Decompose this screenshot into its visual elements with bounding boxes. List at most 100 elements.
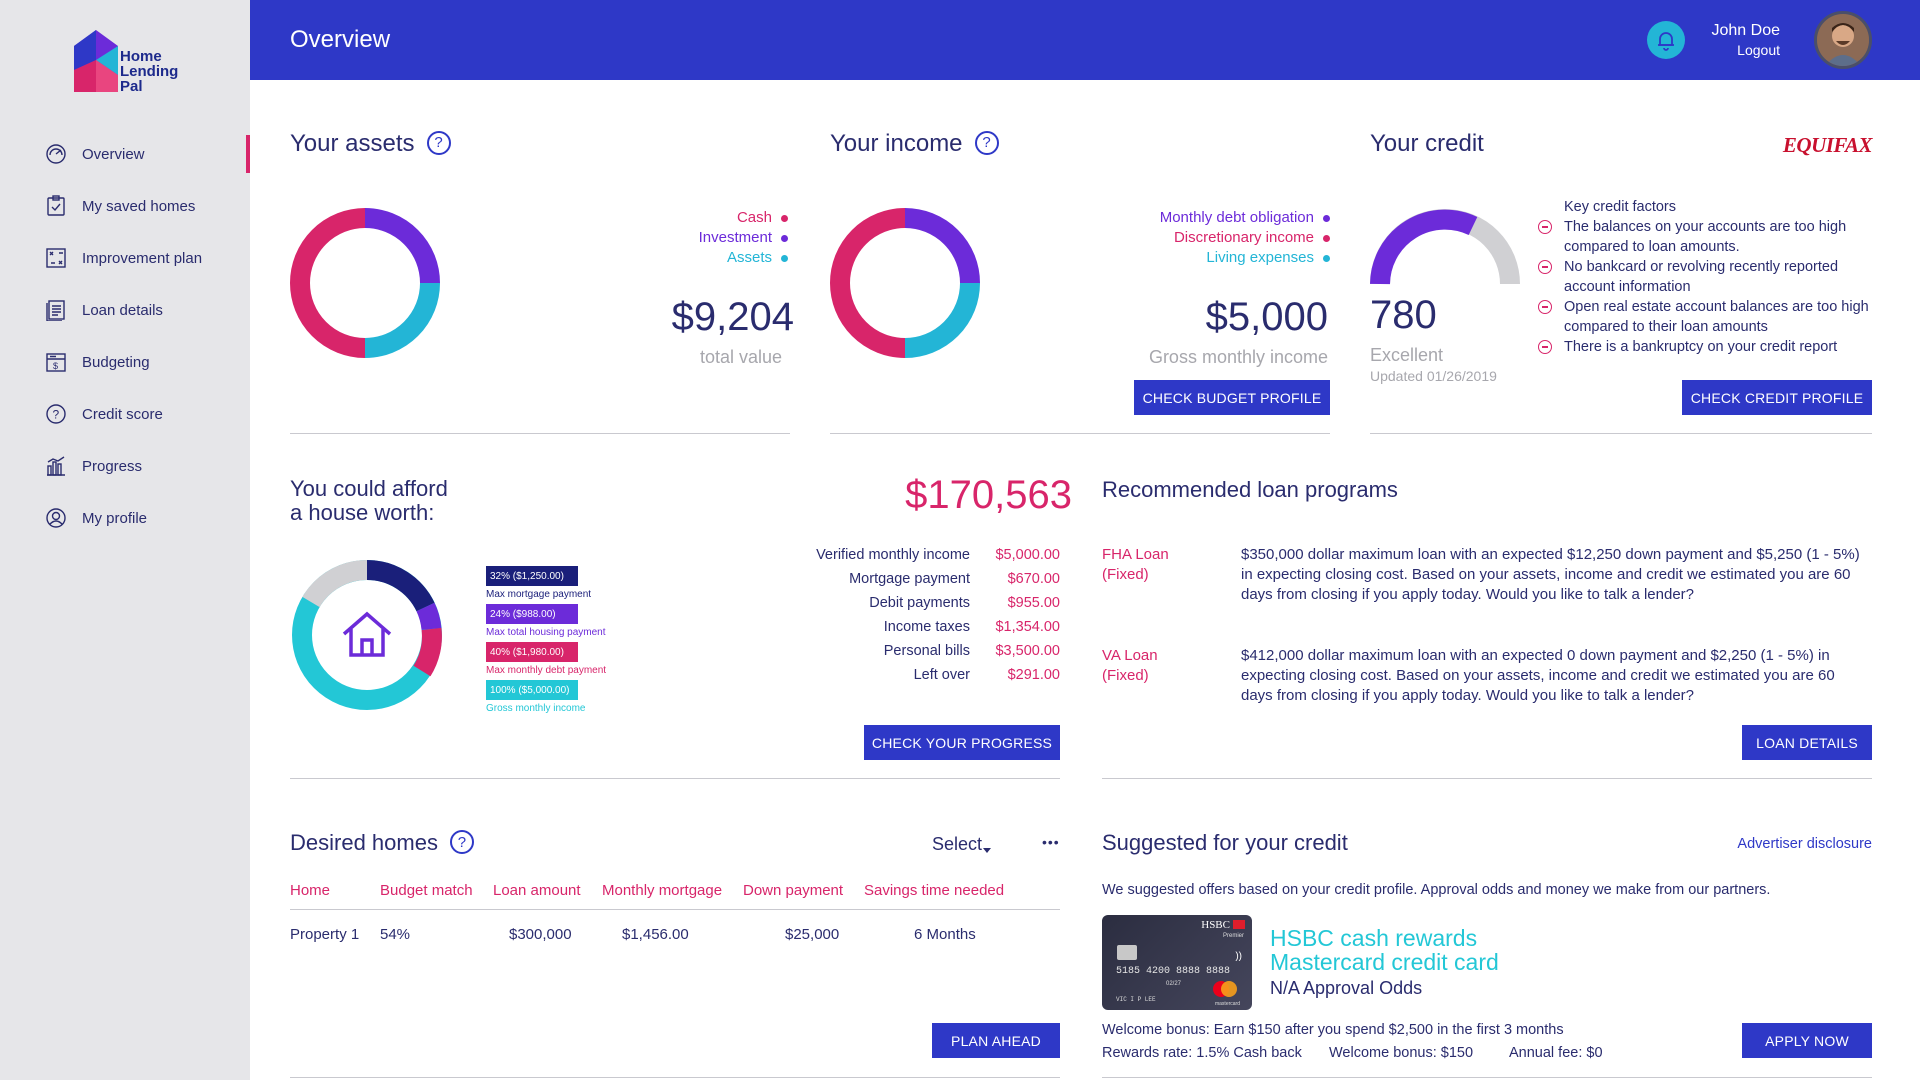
loan-name-line1: FHA Loan bbox=[1102, 546, 1169, 563]
minus-circle-icon bbox=[1538, 260, 1552, 274]
sidebar-item-progress[interactable]: Progress bbox=[45, 451, 250, 481]
notification-bell-icon[interactable] bbox=[1647, 21, 1685, 59]
check-budget-profile-button[interactable]: CHECK BUDGET PROFILE bbox=[1134, 380, 1330, 415]
question-icon: ? bbox=[45, 403, 67, 425]
sidebar-item-label: Credit score bbox=[82, 405, 163, 423]
loan-details-button[interactable]: LOAN DETAILS bbox=[1742, 725, 1872, 760]
legend-item-debt: Monthly debt obligation bbox=[1160, 208, 1330, 228]
rewards-rate: Rewards rate: 1.5% Cash back bbox=[1102, 1045, 1302, 1061]
minus-circle-icon bbox=[1538, 340, 1552, 354]
sidebar-item-improvement-plan[interactable]: Improvement plan bbox=[45, 243, 250, 273]
legend-dot bbox=[781, 214, 788, 222]
offer-line2: Mastercard credit card bbox=[1270, 949, 1499, 975]
breakdown-row: Left over $291.00 bbox=[780, 663, 1060, 687]
assets-donut-chart bbox=[290, 208, 440, 358]
donut-segment bbox=[364, 282, 440, 358]
legend-item-living: Living expenses bbox=[1160, 248, 1330, 268]
apply-now-button[interactable]: APPLY NOW bbox=[1742, 1023, 1872, 1058]
help-icon[interactable]: ? bbox=[974, 130, 999, 155]
minus-circle-icon bbox=[1538, 300, 1552, 314]
income-title: Your income? bbox=[830, 130, 999, 158]
help-icon[interactable]: ? bbox=[426, 130, 451, 155]
card-tier: Premier bbox=[1222, 933, 1244, 939]
sidebar-item-label: Progress bbox=[82, 457, 143, 475]
loan-program-description: $412,000 dollar maximum loan with an exp… bbox=[1241, 647, 1835, 704]
afford-bar-caption: Gross monthly income bbox=[486, 703, 586, 714]
divider bbox=[290, 909, 1060, 910]
card-offer-title[interactable]: HSBC cash rewards Mastercard credit card bbox=[1270, 926, 1499, 974]
check-credit-profile-button[interactable]: CHECK CREDIT PROFILE bbox=[1682, 380, 1872, 415]
brand-logo-icon[interactable] bbox=[74, 30, 118, 92]
afford-bar: 24% ($988.00) bbox=[486, 604, 578, 624]
card-chip-icon bbox=[1117, 945, 1137, 960]
table-cell: $1,456.00 bbox=[622, 926, 689, 943]
donut-segment bbox=[904, 282, 980, 358]
credit-title: Your credit bbox=[1370, 130, 1484, 157]
brand-name-line2: Lending bbox=[120, 63, 179, 80]
legend-dot bbox=[1323, 254, 1330, 262]
divider bbox=[830, 433, 1330, 434]
sidebar-item-overview[interactable]: Overview bbox=[45, 139, 250, 169]
advertiser-disclosure-link[interactable]: Advertiser disclosure bbox=[1737, 836, 1872, 852]
annual-fee: Annual fee: $0 bbox=[1509, 1045, 1603, 1061]
avatar[interactable] bbox=[1814, 11, 1872, 69]
suggested-title: Suggested for your credit bbox=[1102, 830, 1348, 855]
afford-bar: 100% ($5,000.00) bbox=[486, 680, 578, 700]
loan-program-name[interactable]: VA Loan (Fixed) bbox=[1102, 646, 1158, 686]
sidebar-item-label: My profile bbox=[82, 509, 148, 527]
donut-segment bbox=[830, 208, 906, 358]
desired-homes-title: Desired homes? bbox=[290, 830, 474, 856]
breakdown-value: $291.00 bbox=[1007, 667, 1060, 683]
credit-updated: Updated 01/26/2019 bbox=[1370, 368, 1497, 384]
credit-card-image[interactable]: HSBC Premier )) 5185 4200 8888 8888 02/2… bbox=[1102, 915, 1252, 1010]
more-options-icon[interactable]: ••• bbox=[1042, 834, 1060, 850]
credit-factor-text: The balances on your accounts are too hi… bbox=[1564, 219, 1847, 255]
sidebar-item-loan-details[interactable]: Loan details bbox=[45, 295, 250, 325]
sidebar-item-budgeting[interactable]: $ Budgeting bbox=[45, 347, 250, 377]
document-icon bbox=[45, 299, 67, 321]
legend-label: Investment bbox=[698, 229, 772, 246]
card-holder: VIC I P LEE bbox=[1116, 996, 1156, 1003]
credit-factor-text: There is a bankruptcy on your credit rep… bbox=[1564, 339, 1838, 355]
brand-name: Home Lending Pal bbox=[120, 49, 178, 94]
card-number: 5185 4200 8888 8888 bbox=[1116, 966, 1231, 977]
table-header: Home bbox=[290, 882, 331, 899]
divider bbox=[290, 433, 790, 434]
legend-item-discretionary: Discretionary income bbox=[1160, 228, 1330, 248]
homes-select-dropdown[interactable]: Select bbox=[932, 834, 992, 855]
assets-legend: Cash Investment Assets bbox=[699, 208, 788, 268]
welcome-bonus: Welcome bonus: $150 bbox=[1329, 1045, 1474, 1061]
sidebar-item-saved-homes[interactable]: My saved homes bbox=[45, 191, 250, 221]
sidebar-item-label: Loan details bbox=[82, 301, 163, 319]
profile-icon bbox=[45, 507, 67, 529]
legend-label: Discretionary income bbox=[1173, 229, 1314, 246]
sidebar-item-my-profile[interactable]: My profile bbox=[45, 503, 250, 533]
breakdown-label: Income taxes bbox=[883, 619, 970, 635]
legend-item-investment: Investment bbox=[699, 228, 788, 248]
approval-odds: N/A Approval Odds bbox=[1270, 978, 1423, 998]
desired-homes-title-text: Desired homes bbox=[290, 830, 438, 855]
loan-name-line2: (Fixed) bbox=[1102, 566, 1149, 583]
loan-programs-title: Recommended loan programs bbox=[1102, 477, 1398, 502]
loan-program-name[interactable]: FHA Loan (Fixed) bbox=[1102, 545, 1169, 585]
legend-dot bbox=[1323, 214, 1330, 222]
legend-label: Assets bbox=[726, 249, 772, 266]
assets-title-text: Your assets bbox=[290, 130, 415, 157]
income-title-text: Your income bbox=[830, 130, 963, 157]
logout-link[interactable]: Logout bbox=[1737, 42, 1780, 58]
divider bbox=[290, 778, 1060, 779]
offer-line1: HSBC cash rewards bbox=[1270, 925, 1478, 951]
breakdown-row: Mortgage payment $670.00 bbox=[780, 567, 1060, 591]
breakdown-value: $670.00 bbox=[1007, 571, 1060, 587]
afford-title: You could afford a house worth: bbox=[290, 477, 448, 525]
check-your-progress-button[interactable]: CHECK YOUR PROGRESS bbox=[864, 725, 1060, 760]
clipboard-icon bbox=[45, 195, 67, 217]
credit-factor-item: The balances on your accounts are too hi… bbox=[1538, 217, 1878, 257]
breakdown-row: Debit payments $955.00 bbox=[780, 591, 1060, 615]
help-icon[interactable]: ? bbox=[449, 830, 474, 855]
afford-bar: 32% ($1,250.00) bbox=[486, 566, 578, 586]
sidebar-item-credit-score[interactable]: ? Credit score bbox=[45, 399, 250, 429]
income-caption: Gross monthly income bbox=[1148, 347, 1328, 367]
plan-ahead-button[interactable]: PLAN AHEAD bbox=[932, 1023, 1060, 1058]
key-credit-factors: Key credit factors The balances on your … bbox=[1538, 197, 1878, 357]
